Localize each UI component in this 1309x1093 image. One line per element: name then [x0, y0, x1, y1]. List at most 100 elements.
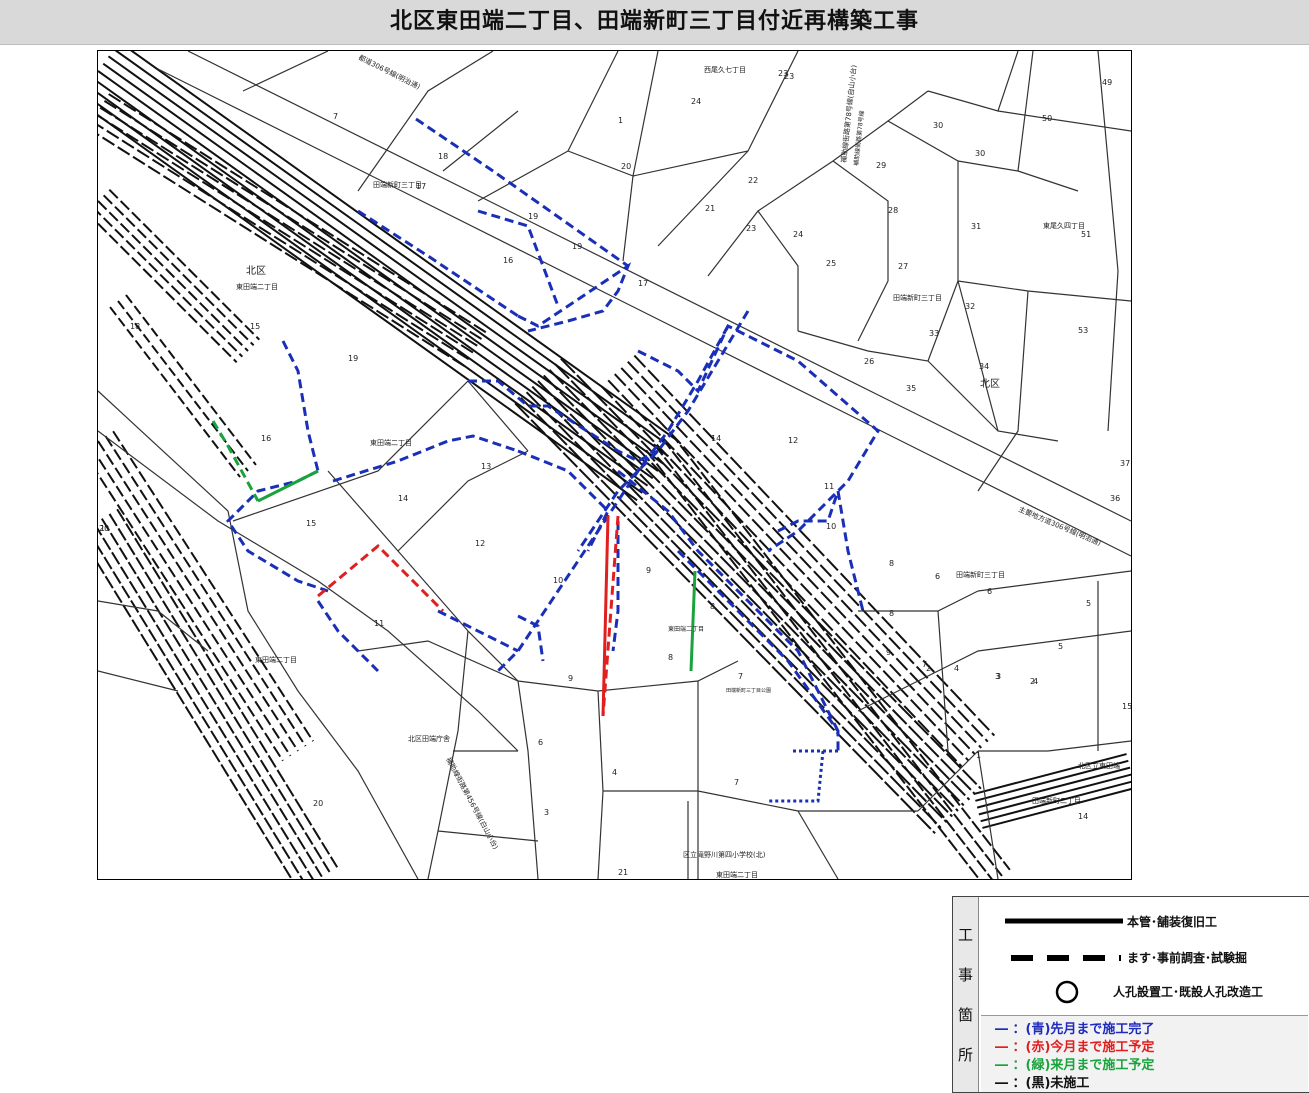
- dashed-line-icon: [1011, 955, 1121, 961]
- block-number: 6: [538, 738, 543, 747]
- rail-track: [98, 222, 238, 364]
- construction-route: [317, 543, 445, 613]
- status-red: ― ：(赤)今月まで施工予定: [995, 1040, 1155, 1055]
- rail-track: [525, 391, 948, 823]
- rail-track: [98, 455, 292, 757]
- construction-route: [437, 609, 519, 653]
- road-label-road_left: 補助線街路第456号線(白山小台): [444, 756, 500, 851]
- block-number: 53: [1078, 326, 1088, 335]
- block-number: 23: [784, 72, 794, 81]
- block-number: 8: [710, 602, 715, 611]
- construction-route: [517, 262, 632, 333]
- block-number: 27: [898, 262, 908, 271]
- side-char: 所: [957, 1045, 973, 1064]
- block-number: 23: [746, 224, 756, 233]
- place-label-shop: 田端新町三丁目公園: [726, 687, 771, 694]
- block-numbers: 7181719191615171819161514131211109988776…: [99, 51, 1131, 877]
- legend-row-solid: 本管･舗装復旧工: [981, 907, 1307, 937]
- block-number: 16: [261, 434, 271, 443]
- block-number: 15: [1122, 702, 1131, 711]
- solid-line-icon: [1005, 918, 1123, 924]
- rail-track: [560, 357, 982, 790]
- block-number: 11: [374, 619, 384, 628]
- block-number: 37: [1120, 459, 1130, 468]
- block-number: 26: [864, 357, 874, 366]
- legend-label: 人孔設置工･既設人孔改造工: [1113, 985, 1264, 999]
- place-label-tabatashin_mid: 田端新町三丁目: [893, 293, 942, 302]
- construction-route: [689, 570, 697, 672]
- construction-route: [517, 614, 545, 662]
- construction-route: [836, 490, 865, 612]
- block-number: 9: [646, 566, 651, 575]
- block-number: 9: [886, 648, 891, 657]
- block-number: 25: [826, 259, 836, 268]
- block-number: 29: [876, 161, 886, 170]
- road-label-road_upper: 都道306号線(明治通): [357, 53, 422, 92]
- block-number: 1: [618, 116, 623, 125]
- block-number: 34: [979, 362, 989, 371]
- block-number: 36: [1110, 494, 1120, 503]
- construction-route: [517, 449, 610, 552]
- legend-row-dashed: ます･事前調査･試験掘: [981, 943, 1307, 973]
- side-char: 工: [957, 926, 973, 945]
- place-label-nishio: 西尾久七丁目: [704, 65, 746, 74]
- block-number: 4: [612, 768, 617, 777]
- block-number: 19: [348, 354, 358, 363]
- block-number: 24: [793, 230, 803, 239]
- rail-track: [125, 294, 257, 466]
- place-label-higashitabata_mid: 東田端二丁目: [370, 438, 412, 447]
- block-number: 16: [503, 256, 513, 265]
- construction-route: [768, 750, 825, 803]
- rail-track: [98, 124, 473, 362]
- place-label-tabatashin_top: 田端新町三丁目: [373, 180, 422, 189]
- legend-row-circle: 人孔設置工･既設人孔改造工: [981, 977, 1307, 1007]
- rail-track: [130, 51, 680, 443]
- rail-track: [531, 385, 953, 818]
- rail-track: [98, 200, 249, 352]
- rail-track: [98, 91, 649, 487]
- construction-route: [211, 420, 260, 502]
- block-number: 5: [1086, 599, 1091, 608]
- block-number: 24: [691, 97, 701, 106]
- legend-label: 本管･舗装復旧工: [1127, 915, 1218, 929]
- place-label-tabata_station: 北区田端庁舎: [408, 734, 450, 743]
- place-label-kita1: 北区: [246, 265, 266, 277]
- block-number: 14: [398, 494, 408, 503]
- side-char: 箇: [957, 1005, 973, 1024]
- block-number: 1: [976, 751, 981, 760]
- construction-route: [332, 434, 519, 483]
- rail-track: [99, 106, 481, 349]
- block-number: 50: [1042, 114, 1052, 123]
- rail-track: [107, 55, 670, 458]
- block-number: 28: [888, 206, 898, 215]
- map-canvas[interactable]: 7 18 17 19 19 16 15 17 18 19 16 15 14 13 12 11 10 9 9 8 8 7 7 6…: [97, 50, 1132, 880]
- block-number: 6: [935, 572, 940, 581]
- place-label-higashitabata_left: 東田端二丁目: [236, 282, 278, 291]
- block-number: 4: [1033, 677, 1038, 686]
- block-number: 31: [971, 222, 981, 231]
- block-number: 12: [964, 51, 974, 53]
- block-number: 13: [481, 462, 491, 471]
- block-number: 18: [438, 152, 448, 161]
- block-number: 17: [638, 279, 648, 288]
- legend: 工 事 箇 所 本管･舗装復旧工 ます･事前調査･試験掘 人孔設置工･既設人孔改…: [952, 896, 1309, 1093]
- block-number: 21: [705, 204, 715, 213]
- block-number: 11: [824, 482, 834, 491]
- rail-track: [98, 114, 477, 356]
- block-number: 51: [1081, 230, 1091, 239]
- block-number: 5: [1058, 642, 1063, 651]
- block-number: 3: [996, 672, 1001, 681]
- block-number: 12: [788, 436, 798, 445]
- place-label-kita2: 北区: [980, 378, 1000, 390]
- block-number: 20: [313, 799, 323, 808]
- block-number: 3: [544, 808, 549, 817]
- side-char: 事: [957, 966, 973, 985]
- rail-track: [98, 527, 314, 879]
- page-title: 北区東田端二丁目、田端新町三丁目付近再構築工事: [0, 0, 1309, 45]
- construction-route: [226, 469, 329, 593]
- block-number: 14: [711, 434, 721, 443]
- construction-route: [281, 340, 320, 472]
- block-number: 1: [623, 868, 628, 877]
- block-number: 14: [1078, 812, 1088, 821]
- road-label-road_right: 主要地方道306号線(明治通): [1017, 505, 1103, 548]
